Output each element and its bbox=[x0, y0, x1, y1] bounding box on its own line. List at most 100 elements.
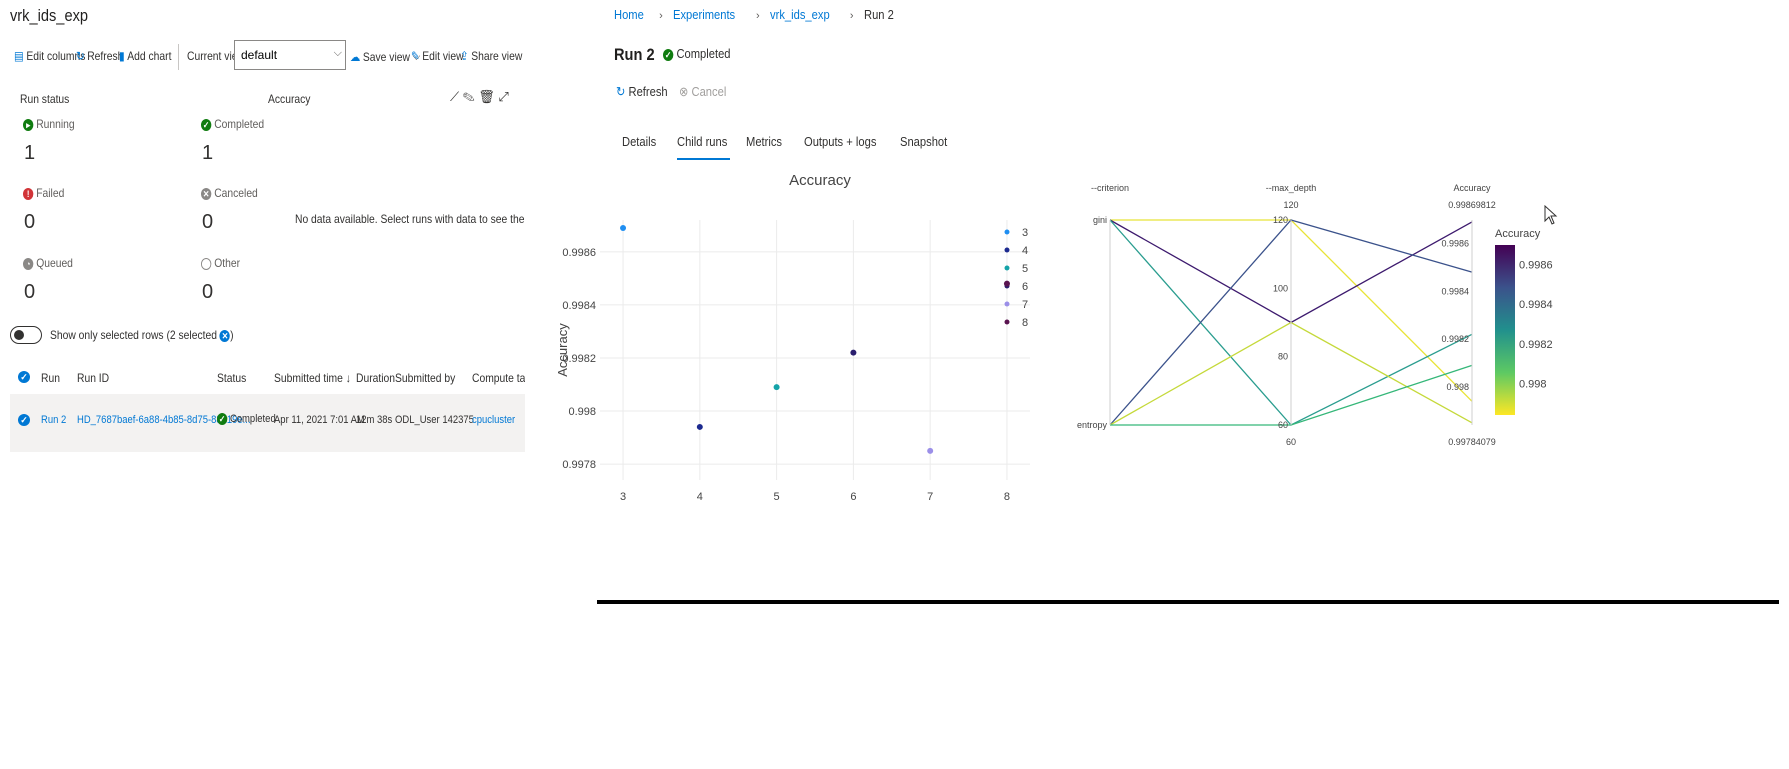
circle-icon bbox=[201, 257, 212, 270]
max-depth-tick-label: 100 bbox=[1273, 283, 1288, 293]
table-header: ✓ Run Run ID Status Submitted time ↓ Dur… bbox=[10, 360, 543, 394]
col-submitted-by[interactable]: Submitted by bbox=[395, 371, 455, 385]
line-chart-icon[interactable]: ⟋ bbox=[450, 89, 459, 104]
edit-columns-button[interactable]: ▤ Edit columns bbox=[14, 49, 85, 63]
breadcrumb-experiment[interactable]: vrk_ids_exp bbox=[770, 7, 830, 22]
max-depth-bottom-label: 60 bbox=[1286, 437, 1296, 447]
tab-child-runs[interactable]: Child runs bbox=[677, 134, 727, 149]
chevron-right-icon: › bbox=[659, 10, 663, 22]
share-view-button[interactable]: ⇪ Share view bbox=[460, 49, 522, 63]
parcoords-axis-title: --criterion bbox=[1091, 183, 1129, 193]
accuracy-tick-label: 0.9982 bbox=[1441, 334, 1469, 344]
data-point-run-7 bbox=[927, 447, 934, 454]
criterion-tick-label: gini bbox=[1093, 215, 1107, 225]
queued-icon: ◔ bbox=[23, 257, 34, 270]
chart-title: Accuracy bbox=[789, 172, 851, 189]
status-queued[interactable]: ◔ Queued bbox=[23, 256, 73, 270]
col-status[interactable]: Status bbox=[217, 371, 246, 385]
col-duration[interactable]: Duration bbox=[356, 371, 395, 385]
col-submitted-time[interactable]: Submitted time ↓ bbox=[274, 371, 351, 385]
x-tick-label: 3 bbox=[620, 491, 626, 503]
canceled-count: 0 bbox=[202, 211, 214, 233]
breadcrumb-experiments[interactable]: Experiments bbox=[673, 7, 735, 22]
clear-selection-icon[interactable]: ✕ bbox=[219, 329, 231, 342]
columns-icon: ▤ bbox=[14, 49, 24, 63]
y-axis-label: Accuracy bbox=[555, 323, 570, 377]
add-chart-button[interactable]: ▮ Add chart bbox=[119, 49, 171, 63]
run-cancel-button[interactable]: ⊗ Cancel bbox=[679, 84, 726, 100]
trash-icon[interactable]: 🗑 bbox=[478, 89, 495, 104]
tab-outputs-logs[interactable]: Outputs + logs bbox=[804, 134, 876, 149]
status-canceled[interactable]: ✕ Canceled bbox=[201, 186, 258, 200]
chevron-right-icon: › bbox=[849, 10, 854, 22]
tab-metrics[interactable]: Metrics bbox=[746, 134, 782, 149]
select-all-checkbox[interactable]: ✓ bbox=[18, 371, 30, 383]
legend-marker-8 bbox=[1004, 319, 1010, 325]
parcoords-axis-title: Accuracy bbox=[1453, 183, 1491, 193]
show-selected-toggle-row: Show only selected rows (2 selected ✕) bbox=[10, 325, 310, 347]
colorbar-tick-label: 0.9984 bbox=[1519, 299, 1553, 311]
table-row[interactable]: ✓ Run 2 HD_7687baef-6a88-4b85-8d75-88219… bbox=[10, 394, 525, 452]
status-cell: ✓ Completed bbox=[217, 413, 276, 426]
compute-target-link[interactable]: cpucluster bbox=[472, 414, 515, 426]
accuracy-card-title: Accuracy bbox=[268, 92, 311, 106]
legend-label-7: 7 bbox=[1022, 299, 1028, 311]
tab-snapshot[interactable]: Snapshot bbox=[900, 134, 947, 149]
chevron-right-icon: › bbox=[755, 10, 760, 22]
expand-icon[interactable]: ⤢ bbox=[498, 89, 508, 104]
toolbar-divider bbox=[178, 44, 179, 70]
chevron-down-icon: ⌵ bbox=[333, 47, 342, 59]
run-status-card: Run status ▸ Running 1 ✓ Completed 1 ! F… bbox=[20, 88, 264, 308]
left-panel: vrk_ids_exp ▤ Edit columns ↻ Refresh ▮ A… bbox=[0, 0, 553, 460]
accuracy-card: Accuracy ⟋ ✎ 🗑 ⤢ No data available. Sele… bbox=[268, 88, 553, 308]
colorbar-title: Accuracy bbox=[1495, 228, 1541, 240]
panel-bottom-border bbox=[597, 600, 1779, 604]
run-link[interactable]: Run 2 bbox=[41, 414, 66, 426]
toggle-knob bbox=[14, 330, 24, 340]
submitted-time-cell: Apr 11, 2021 7:01 AM bbox=[274, 414, 365, 426]
show-selected-toggle[interactable] bbox=[10, 326, 42, 344]
colorbar bbox=[1495, 245, 1515, 415]
right-panel: Home › Experiments › vrk_ids_exp › Run 2… bbox=[525, 0, 1779, 605]
legend-label-6: 6 bbox=[1022, 281, 1028, 293]
colorbar-tick-label: 0.998 bbox=[1519, 378, 1547, 390]
card-actions: ⟋ ✎ 🗑 ⤢ bbox=[450, 89, 509, 105]
run-title: Run 2 bbox=[614, 45, 655, 64]
accuracy-top-label: 0.99869812 bbox=[1448, 200, 1496, 210]
col-run[interactable]: Run bbox=[41, 371, 60, 385]
legend-marker-4 bbox=[1004, 247, 1010, 253]
share-icon: ⇪ bbox=[460, 49, 469, 63]
status-completed[interactable]: ✓ Completed bbox=[201, 117, 264, 131]
x-tick-label: 6 bbox=[850, 491, 856, 503]
toolbar: ▤ Edit columns ↻ Refresh ▮ Add chart Cur… bbox=[14, 40, 524, 76]
row-checkbox[interactable]: ✓ bbox=[18, 414, 30, 426]
legend-marker-3 bbox=[1004, 229, 1010, 235]
run-status-badge: ✓ Completed bbox=[663, 46, 731, 61]
check-icon: ✓ bbox=[201, 118, 212, 131]
current-view-select[interactable]: ⌵ bbox=[234, 40, 346, 70]
x-tick-label: 7 bbox=[927, 491, 933, 503]
status-other[interactable]: Other bbox=[201, 256, 240, 270]
tab-details[interactable]: Details bbox=[622, 134, 656, 149]
refresh-button[interactable]: ↻ Refresh bbox=[76, 49, 123, 63]
current-view-input[interactable] bbox=[234, 40, 346, 70]
status-failed[interactable]: ! Failed bbox=[23, 186, 64, 200]
pencil-icon: ✎ bbox=[411, 49, 420, 63]
error-icon: ! bbox=[23, 187, 34, 200]
save-view-button[interactable]: ☁ Save view ⌵ bbox=[350, 49, 420, 64]
breadcrumb-home[interactable]: Home bbox=[614, 7, 644, 22]
run-refresh-button[interactable]: ↻ Refresh bbox=[616, 84, 668, 100]
refresh-icon: ↻ bbox=[76, 49, 85, 63]
pencil-icon[interactable]: ✎ bbox=[463, 89, 475, 104]
legend-label-3: 3 bbox=[1022, 227, 1028, 239]
running-icon: ▸ bbox=[23, 118, 34, 131]
breadcrumb: Home › Experiments › vrk_ids_exp › Run 2 bbox=[614, 6, 899, 26]
accuracy-bottom-label: 0.99784079 bbox=[1448, 437, 1496, 447]
edit-view-button[interactable]: ✎ Edit view bbox=[411, 49, 464, 63]
col-run-id[interactable]: Run ID bbox=[77, 371, 109, 385]
data-point-run-4 bbox=[696, 423, 703, 430]
parallel-coordinates-chart: --criterion --max_depth Accuracy gini entrop… bbox=[1077, 183, 1553, 447]
status-running[interactable]: ▸ Running bbox=[23, 117, 75, 131]
submitted-by-cell: ODL_User 142375 bbox=[395, 414, 474, 426]
runs-table: ✓ Run Run ID Status Submitted time ↓ Dur… bbox=[10, 360, 543, 452]
